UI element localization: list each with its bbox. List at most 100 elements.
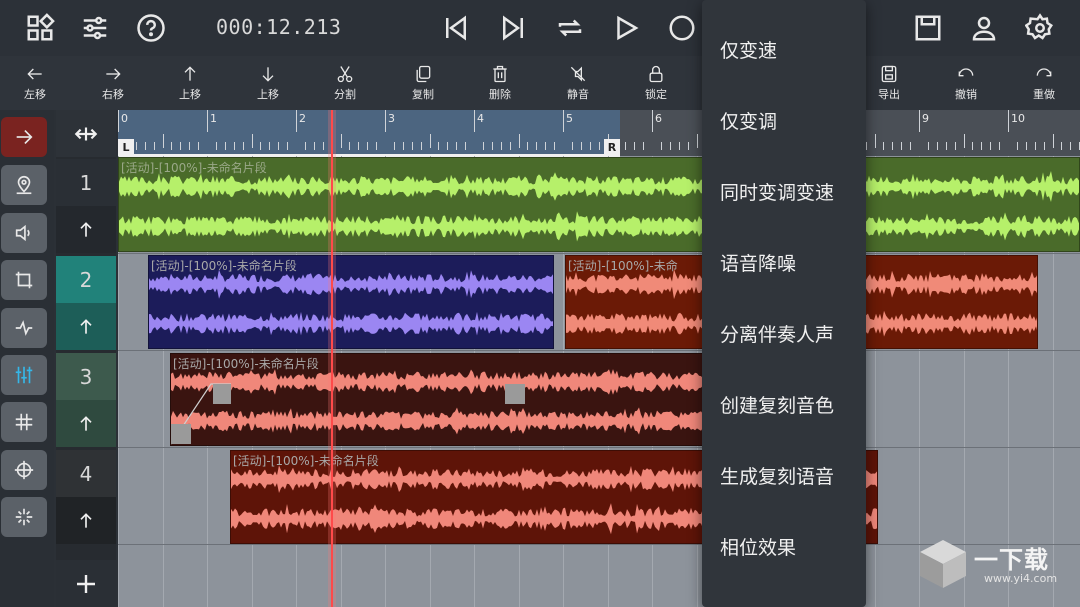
lock-icon — [649, 65, 663, 83]
pan-tool-button[interactable] — [1, 450, 47, 490]
track-1-up-button[interactable] — [56, 206, 116, 253]
ruler-minor-tick — [669, 142, 671, 150]
timeline-area[interactable]: 012345678910 L R [活动]-[100%]-未命名片段 [活动]-… — [118, 110, 1080, 607]
ruler-major-tick — [385, 110, 386, 132]
copy-button[interactable]: 复制 — [393, 64, 453, 106]
ruler-minor-tick — [518, 134, 520, 148]
ruler-minor-tick — [990, 142, 992, 150]
ruler-label: 3 — [388, 112, 395, 125]
menu-item-phase-effect[interactable]: 相位效果 — [720, 533, 796, 560]
ruler-minor-tick — [571, 142, 573, 150]
time-ruler[interactable]: 012345678910 L R — [118, 110, 1080, 157]
menu-item-speed-only[interactable]: 仅变速 — [720, 36, 777, 63]
split-button[interactable]: 分割 — [315, 64, 375, 106]
hash-icon — [15, 413, 33, 431]
ruler-minor-tick — [349, 142, 351, 150]
volume-tool-button[interactable] — [1, 213, 47, 253]
undo-icon — [958, 68, 974, 77]
track-separator — [118, 447, 1080, 448]
menu-item-voice-denoise[interactable]: 语音降噪 — [720, 249, 796, 276]
edit-toolbar: 左移 右移 上移 上移 分割 复制 删除 静音 锁定 导出 撤销 重做 — [0, 56, 1080, 110]
move-all-button[interactable] — [56, 110, 116, 157]
ruler-minor-tick — [883, 142, 885, 150]
envelope-tool-button[interactable] — [1, 308, 47, 348]
tool-label: 静音 — [567, 88, 589, 101]
record-icon[interactable] — [662, 8, 702, 48]
ruler-minor-tick — [251, 134, 253, 148]
ruler-minor-tick — [242, 142, 244, 150]
track-number-3[interactable]: 3 — [56, 353, 116, 400]
lock-button[interactable]: 锁定 — [626, 64, 686, 106]
menu-item-create-voice-clone[interactable]: 创建复刻音色 — [720, 391, 834, 418]
ruler-major-tick — [652, 110, 653, 132]
left-marker[interactable]: L — [118, 139, 134, 155]
ruler-major-tick — [563, 110, 564, 132]
audio-clip-track-1[interactable]: [活动]-[100%]-未命名片段 — [118, 157, 1080, 252]
menu-item-pitch-and-speed[interactable]: 同时变调变速 — [720, 178, 834, 205]
track-number-1[interactable]: 1 — [56, 159, 116, 206]
clip-title: [活动]-[100%]-未命名片段 — [233, 454, 379, 468]
grid-icon[interactable] — [20, 8, 60, 48]
ruler-major-tick — [118, 110, 119, 132]
track-number-label: 2 — [79, 267, 93, 292]
redo-icon — [1036, 68, 1052, 77]
ruler-minor-tick — [376, 142, 378, 150]
redo-button[interactable]: 重做 — [1014, 64, 1074, 106]
menu-item-generate-cloned-speech[interactable]: 生成复刻语音 — [720, 462, 834, 489]
skip-back-icon[interactable] — [436, 8, 476, 48]
watermark-text: 一下载 — [974, 546, 1049, 574]
help-icon[interactable] — [131, 8, 171, 48]
save-icon[interactable] — [908, 8, 948, 48]
ruler-minor-tick — [287, 142, 289, 150]
skip-forward-icon[interactable] — [493, 8, 533, 48]
ruler-minor-tick — [278, 142, 280, 150]
horizontal-move-icon — [74, 127, 98, 140]
grid-snap-tool-button[interactable] — [1, 402, 47, 442]
effects-tool-button[interactable] — [1, 497, 47, 537]
clip-title: [活动]-[100%]-未命名片段 — [173, 357, 319, 371]
speaker-icon — [15, 224, 30, 242]
ruler-minor-tick — [491, 142, 493, 150]
undo-button[interactable]: 撤销 — [936, 64, 996, 106]
mute-button[interactable]: 静音 — [548, 64, 608, 106]
equalizer-tool-button[interactable] — [1, 355, 47, 395]
audio-clip-track-2a[interactable]: [活动]-[100%]-未命名片段 — [148, 255, 554, 349]
loop-icon[interactable] — [550, 8, 590, 48]
ruler-minor-tick — [936, 142, 938, 150]
move-left-button[interactable]: 左移 — [5, 64, 65, 106]
crop-tool-button[interactable] — [1, 260, 47, 300]
menu-item-pitch-only[interactable]: 仅变调 — [720, 107, 777, 134]
waveform-channel — [171, 369, 709, 395]
move-up-button[interactable]: 上移 — [160, 64, 220, 106]
ruler-major-tick — [296, 110, 297, 132]
move-right-button[interactable]: 右移 — [83, 64, 143, 106]
ruler-minor-tick — [687, 142, 689, 150]
export-button[interactable]: 导出 — [859, 64, 919, 106]
clip-handle[interactable] — [505, 384, 525, 404]
delete-button[interactable]: 删除 — [470, 64, 530, 106]
track-number-2[interactable]: 2 — [56, 256, 116, 303]
location-tool-button[interactable] — [1, 165, 47, 205]
playhead[interactable] — [331, 110, 333, 607]
move-down-button[interactable]: 上移 — [238, 64, 298, 106]
audio-clip-track-3[interactable]: [活动]-[100%]-未命名片段 — [170, 353, 710, 446]
ruler-minor-tick — [153, 142, 155, 150]
track-number-4[interactable]: 4 — [56, 450, 116, 497]
track-2-up-button[interactable] — [56, 303, 116, 350]
cube-logo-icon — [920, 540, 966, 588]
ruler-minor-tick — [910, 142, 912, 150]
menu-item-separate-vocals[interactable]: 分离伴奏人声 — [720, 320, 834, 347]
track-4-up-button[interactable] — [56, 497, 116, 544]
ruler-minor-tick — [340, 134, 342, 148]
mixer-icon[interactable] — [75, 8, 115, 48]
collapse-arrow-button[interactable] — [1, 117, 47, 157]
settings-icon[interactable] — [1020, 8, 1060, 48]
right-marker[interactable]: R — [604, 139, 620, 155]
ruler-minor-tick — [358, 142, 360, 150]
play-icon[interactable] — [606, 8, 646, 48]
track-3-up-button[interactable] — [56, 400, 116, 447]
scissors-icon — [337, 66, 353, 83]
add-track-button[interactable] — [56, 560, 116, 607]
user-icon[interactable] — [964, 8, 1004, 48]
track-number-label: 3 — [79, 364, 93, 389]
